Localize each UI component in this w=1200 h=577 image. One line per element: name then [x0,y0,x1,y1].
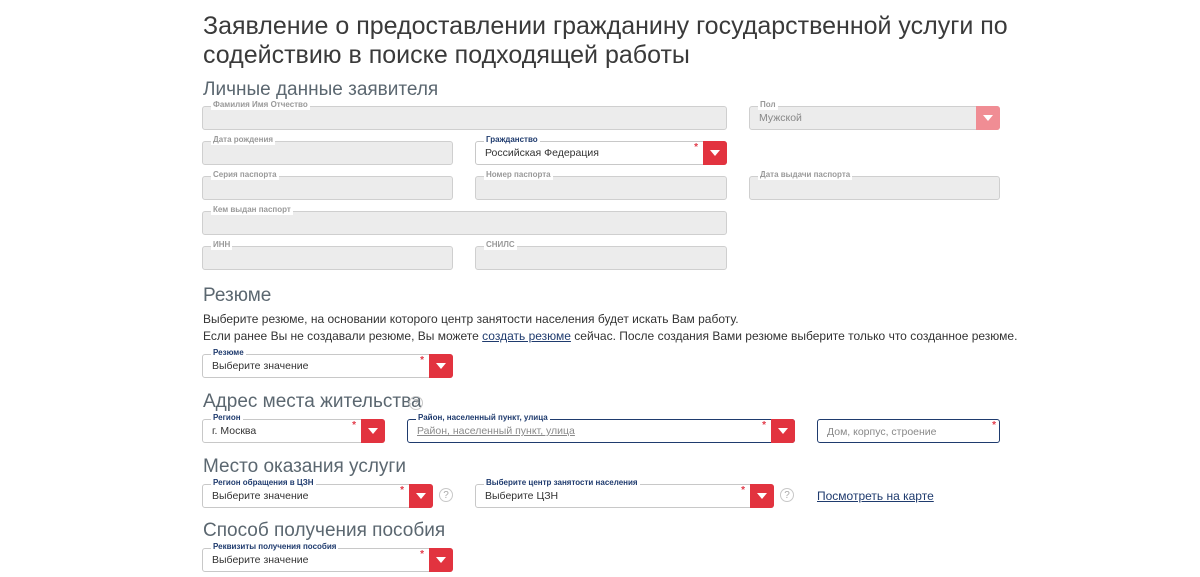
resume-select[interactable]: Резюме Выберите значение * [202,348,453,378]
service-place-heading: Место оказания услуги [203,456,406,477]
benefit-heading: Способ получения пособия [203,520,446,541]
required-marker: * [420,355,424,366]
address-heading: Адрес места жительства [203,391,422,412]
service-region-value: Выберите значение [212,490,309,502]
benefit-details-label: Реквизиты получения пособия [211,542,339,552]
employment-center-value: Выберите ЦЗН [485,490,559,502]
citizenship-label: Гражданство [484,135,540,145]
passport-issuer-field[interactable]: Кем выдан паспорт [202,205,727,235]
house-placeholder: Дом, корпус, строение [827,426,937,438]
snils-field[interactable]: СНИЛС [475,240,727,270]
required-marker: * [420,549,424,560]
address-region-select[interactable]: Регион г. Москва * [202,413,385,443]
benefit-details-select[interactable]: Реквизиты получения пособия Выберите зна… [202,542,453,572]
required-marker: * [694,142,698,153]
snils-label: СНИЛС [484,240,517,250]
inn-label: ИНН [211,240,233,250]
resume-description-line2: Если ранее Вы не создавали резюме, Вы мо… [203,329,1017,343]
passport-number-label: Номер паспорта [484,170,553,180]
citizenship-select[interactable]: Гражданство Российская Федерация * [475,135,727,165]
personal-data-heading: Личные данные заявителя [203,79,439,100]
passport-date-field[interactable]: Дата выдачи паспорта [749,170,1000,200]
resume-value: Выберите значение [212,360,309,372]
district-select[interactable]: Район, населенный пункт, улица Район, на… [407,413,795,443]
chevron-down-icon[interactable] [703,141,727,165]
chevron-down-icon[interactable] [429,548,453,572]
district-label: Район, населенный пункт, улица [416,413,550,423]
resume-text-before: Если ранее Вы не создавали резюме, Вы мо… [203,329,483,343]
house-input[interactable]: Дом, корпус, строение * [817,419,1000,443]
help-icon[interactable]: ? [409,396,423,410]
required-marker: * [400,485,404,496]
chevron-down-icon[interactable] [409,484,433,508]
address-region-label: Регион [211,413,243,423]
birth-date-label: Дата рождения [211,135,276,145]
required-marker: * [741,485,745,496]
help-icon[interactable]: ? [439,488,453,502]
address-region-value: г. Москва [212,425,257,437]
passport-series-field[interactable]: Серия паспорта [202,170,453,200]
help-icon[interactable]: ? [780,488,794,502]
district-input[interactable]: Район, населенный пункт, улица [417,425,575,437]
resume-label: Резюме [211,348,246,358]
create-resume-link[interactable]: создать резюме [482,329,571,343]
resume-description-line1: Выберите резюме, на основании которого ц… [203,312,739,326]
service-region-select[interactable]: Регион обращения в ЦЗН Выберите значение… [202,478,433,508]
employment-center-select[interactable]: Выберите центр занятости населения Выбер… [475,478,774,508]
passport-series-label: Серия паспорта [211,170,279,180]
chevron-down-icon[interactable] [750,484,774,508]
chevron-down-icon[interactable] [976,106,1000,130]
full-name-field[interactable]: Фамилия Имя Отчество [202,100,727,130]
passport-number-field[interactable]: Номер паспорта [475,170,727,200]
gender-value: Мужской [759,112,802,124]
chevron-down-icon[interactable] [771,419,795,443]
gender-label: Пол [758,100,778,110]
inn-field[interactable]: ИНН [202,240,453,270]
resume-heading: Резюме [203,285,272,306]
chevron-down-icon[interactable] [429,354,453,378]
page-title: Заявление о предоставлении гражданину го… [203,12,1008,69]
view-on-map-link[interactable]: Посмотреть на карте [817,489,934,503]
citizenship-value: Российская Федерация [485,147,599,159]
benefit-details-value: Выберите значение [212,554,309,566]
passport-date-label: Дата выдачи паспорта [758,170,853,180]
required-marker: * [352,420,356,431]
required-marker: * [992,420,996,431]
full-name-label: Фамилия Имя Отчество [211,100,310,110]
birth-date-field[interactable]: Дата рождения [202,135,453,165]
passport-issuer-label: Кем выдан паспорт [211,205,293,215]
service-region-label: Регион обращения в ЦЗН [211,478,316,488]
required-marker: * [762,420,766,431]
resume-text-after: сейчас. После создания Вами резюме выбер… [570,329,1018,343]
employment-center-label: Выберите центр занятости населения [484,478,640,488]
gender-select[interactable]: Пол Мужской [749,100,1000,130]
chevron-down-icon[interactable] [361,419,385,443]
